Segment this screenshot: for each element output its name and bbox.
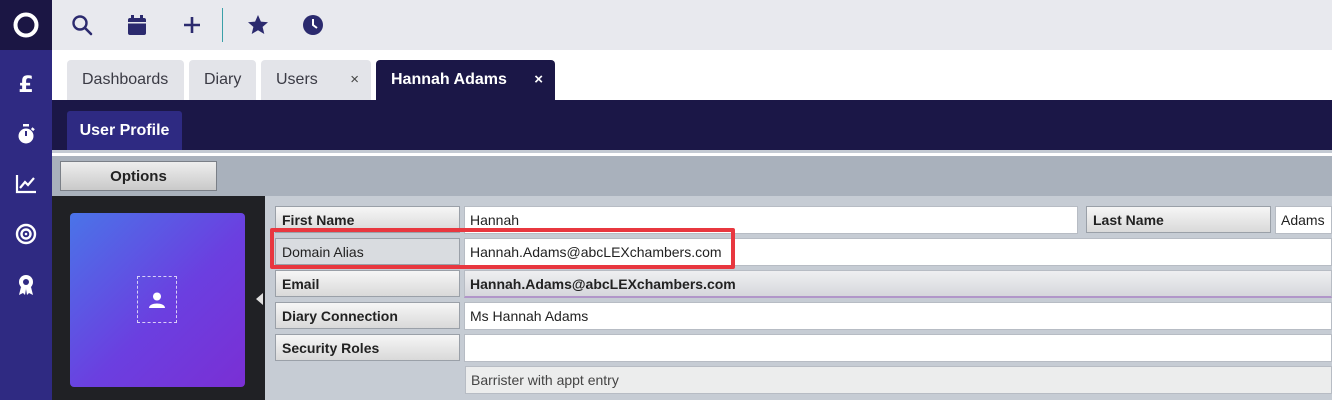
close-icon[interactable]: × bbox=[534, 71, 543, 88]
sidebar-item-reports[interactable] bbox=[0, 164, 52, 204]
security-role-item[interactable]: Barrister with appt entry bbox=[465, 366, 1332, 394]
first-name-label: First Name bbox=[275, 206, 460, 233]
tab-dashboards[interactable]: Dashboards bbox=[67, 60, 184, 100]
tab-user-profile[interactable]: User Profile bbox=[67, 111, 182, 150]
email-label: Email bbox=[275, 270, 460, 297]
sidebar-item-targets[interactable] bbox=[0, 214, 52, 254]
last-name-label: Last Name bbox=[1086, 206, 1271, 233]
target-icon bbox=[15, 223, 37, 245]
pound-icon: £ bbox=[18, 72, 34, 98]
options-bar: Options bbox=[52, 156, 1332, 196]
tab-label: Dashboards bbox=[82, 71, 169, 88]
tab-label: Diary bbox=[204, 71, 242, 88]
tab-hannah-adams[interactable]: Hannah Adams × bbox=[376, 60, 555, 100]
profile-image-pane bbox=[52, 196, 265, 400]
collapse-pane-icon[interactable] bbox=[256, 293, 263, 305]
line-chart-icon bbox=[15, 175, 36, 194]
search-icon bbox=[72, 15, 93, 36]
close-icon[interactable]: × bbox=[350, 71, 359, 88]
tab-users[interactable]: Users × bbox=[261, 60, 371, 100]
sidebar-item-finance[interactable]: £ bbox=[0, 65, 52, 105]
domain-alias-field[interactable]: Hannah.Adams@abcLEXchambers.com bbox=[464, 238, 1332, 266]
ring-logo-icon[interactable] bbox=[0, 0, 52, 50]
favourites-button[interactable] bbox=[238, 0, 278, 50]
user-placeholder-icon bbox=[137, 276, 177, 323]
user-profile-form: First Name Hannah Last Name Adams Domain… bbox=[265, 196, 1332, 400]
avatar[interactable] bbox=[70, 213, 245, 387]
calendar-icon bbox=[128, 15, 146, 35]
add-button[interactable] bbox=[172, 0, 212, 50]
recent-button[interactable] bbox=[293, 0, 333, 50]
security-roles-label: Security Roles bbox=[275, 334, 460, 361]
options-button[interactable]: Options bbox=[60, 161, 217, 191]
sidebar-item-awards[interactable] bbox=[0, 265, 52, 305]
stopwatch-icon bbox=[18, 124, 35, 144]
last-name-field[interactable]: Adams bbox=[1275, 206, 1332, 234]
tab-label: Hannah Adams bbox=[391, 71, 507, 88]
diary-connection-field[interactable]: Ms Hannah Adams bbox=[464, 302, 1332, 330]
tab-label: Users bbox=[276, 71, 318, 88]
diary-connection-label: Diary Connection bbox=[275, 302, 460, 329]
tab-strip: Dashboards Diary Users × Hannah Adams × bbox=[52, 50, 1332, 100]
subtab-bar: User Profile bbox=[52, 100, 1332, 153]
tab-diary[interactable]: Diary bbox=[189, 60, 256, 100]
security-roles-field[interactable] bbox=[464, 334, 1332, 362]
star-icon bbox=[248, 15, 268, 34]
calendar-button[interactable] bbox=[117, 0, 157, 50]
first-name-field[interactable]: Hannah bbox=[464, 206, 1078, 234]
search-button[interactable] bbox=[62, 0, 102, 50]
clock-icon bbox=[303, 15, 323, 35]
top-toolbar bbox=[52, 0, 1332, 50]
left-rail: £ bbox=[0, 0, 52, 400]
email-field: Hannah.Adams@abcLEXchambers.com bbox=[464, 270, 1332, 298]
plus-icon bbox=[184, 17, 200, 33]
award-icon bbox=[19, 275, 33, 295]
sidebar-item-timer[interactable] bbox=[0, 114, 52, 154]
domain-alias-label: Domain Alias bbox=[275, 238, 460, 265]
toolbar-separator bbox=[222, 8, 223, 42]
